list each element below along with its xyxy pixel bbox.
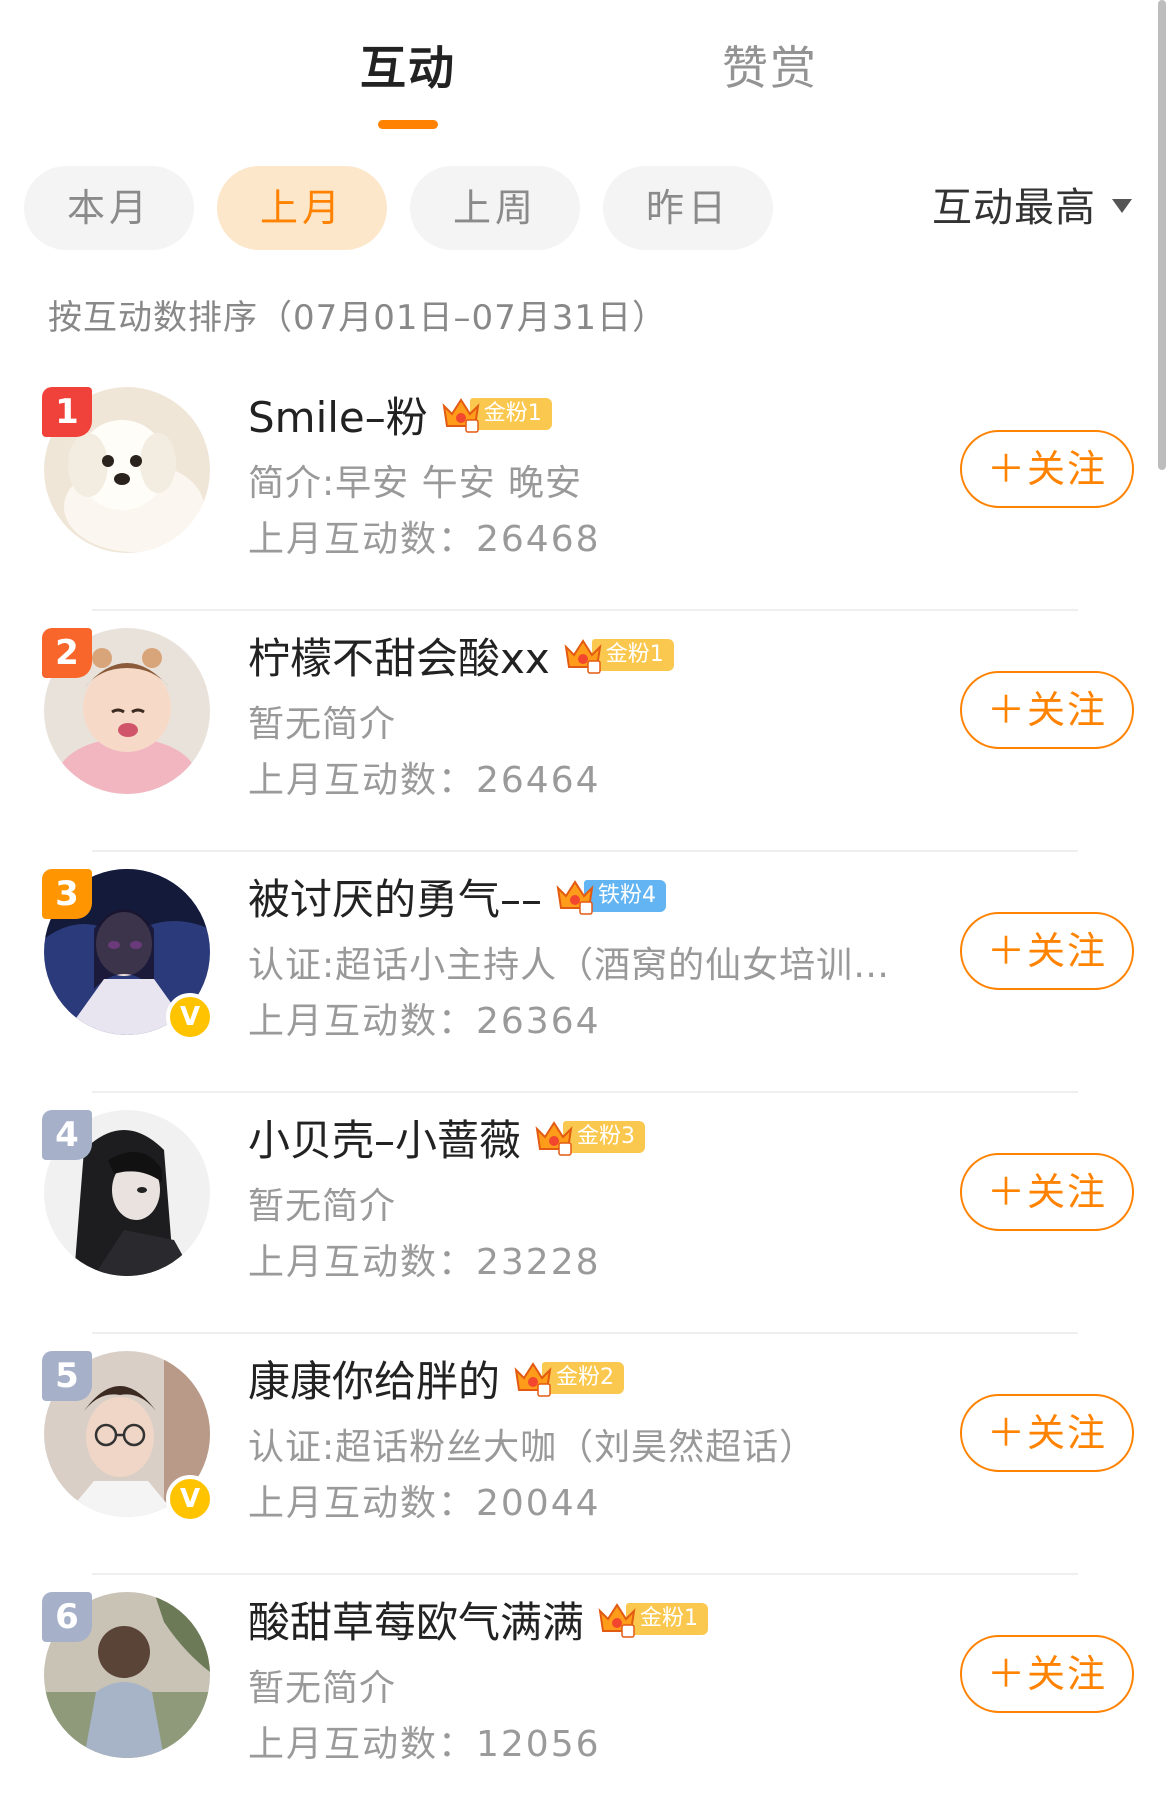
name-line: Smile–粉 金粉1 (248, 384, 552, 444)
fan-level-badge: 金粉1 (562, 637, 674, 674)
follow-button[interactable]: ＋关注 (960, 430, 1134, 508)
fan-level-badge: 金粉2 (512, 1360, 625, 1397)
list-item[interactable]: 6 酸甜草莓欧气满满 金粉1 暂无简介 上月互动数：12056 ＋关注 (0, 1575, 1170, 1816)
user-bio: 暂无简介 (248, 704, 397, 745)
tab-reward[interactable]: 赞赏 (722, 40, 818, 96)
time-filter-bar: 本月 上月 上周 昨日 互动最高 (0, 166, 1170, 252)
fan-level-label: 金粉1 (591, 639, 674, 671)
tab-interaction[interactable]: 互动 (360, 40, 456, 96)
rank-badge: 1 (42, 387, 92, 437)
rank-badge: 3 (42, 869, 92, 919)
user-bio: 认证:超话粉丝大咖（刘昊然超话） (248, 1427, 817, 1468)
rank-badge: 6 (42, 1592, 92, 1642)
fan-level-label: 金粉3 (563, 1121, 646, 1153)
interaction-count: 上月互动数：26468 (248, 519, 601, 560)
interaction-count: 上月互动数：20044 (248, 1483, 601, 1524)
interaction-count: 上月互动数：12056 (248, 1724, 601, 1765)
follow-button[interactable]: ＋关注 (960, 1153, 1134, 1231)
crown-icon (598, 1603, 636, 1638)
fan-level-label: 金粉2 (542, 1362, 625, 1394)
rank-badge: 2 (42, 628, 92, 678)
verified-badge-icon: V (166, 1475, 214, 1523)
fan-level-badge: 金粉1 (596, 1601, 709, 1638)
name-line: 柠檬不甜会酸xx 金粉1 (248, 625, 674, 685)
user-name[interactable]: 被讨厌的勇气–– (248, 866, 542, 927)
crown-icon (442, 398, 480, 433)
list-item[interactable]: 4 小贝壳–小蔷薇 金粉3 暂无简介 上月互动数：23228 ＋关注 (0, 1093, 1170, 1334)
user-bio: 认证:超话小主持人（酒窝的仙女培训班... (248, 945, 908, 986)
crown-icon (556, 880, 594, 915)
sort-dropdown-label: 互动最高 (932, 185, 1096, 231)
list-item[interactable]: 3 V 被讨厌的勇气–– 铁粉4 认证:超话小主持人（酒窝的仙女培训班... 上… (0, 852, 1170, 1093)
top-tab-bar: 互动 赞赏 (0, 0, 1170, 140)
name-line: 康康你给胖的 金粉2 (248, 1348, 625, 1409)
interaction-count: 上月互动数：26464 (248, 760, 601, 801)
list-item[interactable]: 5 V 康康你给胖的 金粉2 认证:超话粉丝大咖（刘昊然超话） 上月互动数：20… (0, 1334, 1170, 1575)
scrollbar[interactable] (1158, 0, 1166, 470)
follow-button[interactable]: ＋关注 (960, 671, 1134, 749)
fan-level-label: 金粉1 (626, 1603, 709, 1635)
crown-icon (514, 1362, 552, 1397)
user-name[interactable]: Smile–粉 (248, 384, 428, 445)
interaction-count: 上月互动数：26364 (248, 1001, 601, 1042)
filter-last-month[interactable]: 上月 (217, 166, 387, 250)
user-name[interactable]: 柠檬不甜会酸xx (248, 625, 550, 686)
sort-dropdown[interactable]: 互动最高 (932, 166, 1132, 250)
user-name[interactable]: 康康你给胖的 (248, 1348, 500, 1409)
follow-button[interactable]: ＋关注 (960, 912, 1134, 990)
caret-down-icon (1112, 199, 1132, 213)
follow-button[interactable]: ＋关注 (960, 1635, 1134, 1713)
verified-badge-icon: V (166, 993, 214, 1041)
filter-yesterday[interactable]: 昨日 (603, 166, 773, 250)
user-bio: 暂无简介 (248, 1186, 397, 1227)
filter-this-month[interactable]: 本月 (24, 166, 194, 250)
active-tab-indicator (378, 120, 438, 129)
fan-level-badge: 金粉1 (440, 396, 552, 433)
user-bio: 暂无简介 (248, 1668, 397, 1709)
user-name[interactable]: 酸甜草莓欧气满满 (248, 1589, 584, 1650)
ranking-list: 1 Smile–粉 金粉1 简介:早安 午安 晚安 上月互动数：26468 ＋关… (0, 370, 1170, 1816)
fan-level-label: 铁粉4 (584, 880, 667, 912)
interaction-count: 上月互动数：23228 (248, 1242, 601, 1283)
filter-last-week[interactable]: 上周 (410, 166, 580, 250)
fan-level-badge: 金粉3 (533, 1119, 646, 1156)
name-line: 酸甜草莓欧气满满 金粉1 (248, 1589, 709, 1650)
fan-level-label: 金粉1 (469, 398, 552, 430)
user-bio: 简介:早安 午安 晚安 (248, 463, 583, 504)
rank-badge: 5 (42, 1351, 92, 1401)
rank-badge: 4 (42, 1110, 92, 1160)
sort-description: 按互动数排序（07月01日–07月31日） (48, 298, 668, 338)
name-line: 被讨厌的勇气–– 铁粉4 (248, 866, 667, 927)
crown-icon (535, 1121, 573, 1156)
crown-icon (564, 639, 602, 674)
follow-button[interactable]: ＋关注 (960, 1394, 1134, 1472)
user-name[interactable]: 小贝壳–小蔷薇 (248, 1107, 521, 1168)
fan-level-badge: 铁粉4 (554, 878, 667, 915)
list-item[interactable]: 1 Smile–粉 金粉1 简介:早安 午安 晚安 上月互动数：26468 ＋关… (0, 370, 1170, 611)
name-line: 小贝壳–小蔷薇 金粉3 (248, 1107, 646, 1168)
list-item[interactable]: 2 柠檬不甜会酸xx 金粉1 暂无简介 上月互动数：26464 ＋关注 (0, 611, 1170, 852)
